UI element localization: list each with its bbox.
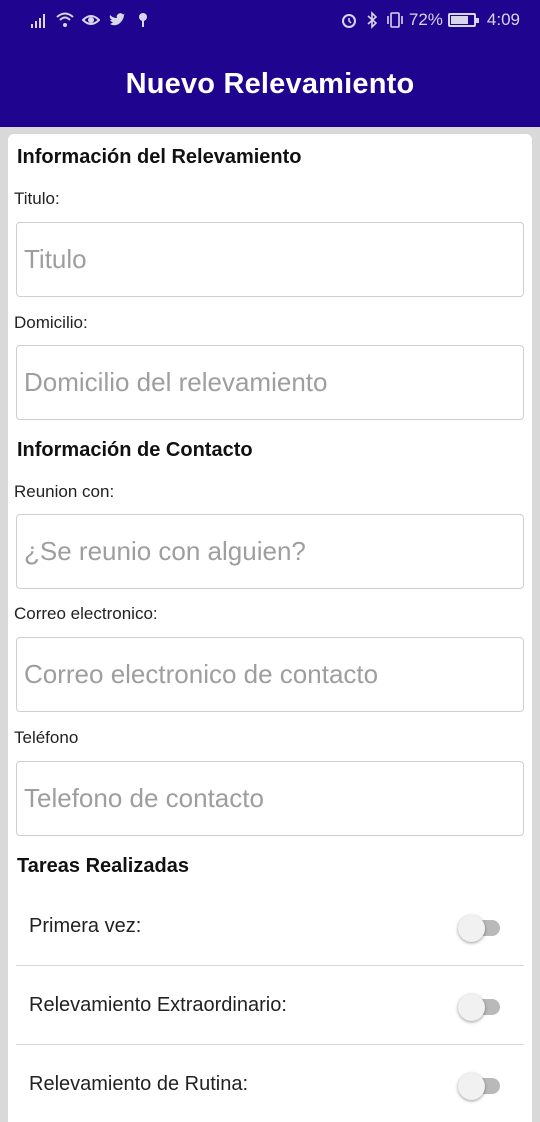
clock: 4:09 — [486, 10, 520, 29]
domicilio-input[interactable] — [16, 345, 524, 420]
task-row-extraordinario[interactable]: Relevamiento Extraordinario: — [16, 966, 524, 1045]
task-label: Relevamiento Extraordinario: — [29, 994, 287, 1016]
rutina-toggle[interactable] — [458, 1073, 500, 1100]
phone-field[interactable] — [16, 761, 524, 836]
page-title: Nuevo Relevamiento — [125, 68, 415, 100]
titulo-label: Titulo: — [14, 189, 60, 208]
task-label: Primera vez: — [29, 915, 142, 937]
app-bar: 72% 4:09 Nuevo Relevamiento — [0, 0, 540, 127]
bluetooth-icon — [367, 11, 378, 29]
eye-icon — [82, 15, 100, 25]
section-title-contact-info: Información de Contacto — [17, 439, 253, 461]
twitter-icon — [109, 13, 125, 26]
task-label: Relevamiento de Rutina: — [29, 1073, 249, 1095]
correo-label: Correo electronico: — [14, 604, 158, 623]
titulo-input[interactable] — [16, 222, 524, 297]
form-card: Información del Relevamiento Titulo: Dom… — [8, 134, 532, 1122]
email-field[interactable] — [16, 637, 524, 712]
section-title-survey-info: Información del Relevamiento — [17, 146, 302, 168]
battery-icon — [447, 13, 479, 27]
battery-percent: 72% — [408, 10, 443, 29]
reunion-label: Reunion con: — [14, 482, 115, 501]
domicilio-label: Domicilio: — [14, 313, 88, 332]
task-row-rutina[interactable]: Relevamiento de Rutina: — [16, 1045, 524, 1122]
telefono-label: Teléfono — [14, 728, 79, 747]
extraordinario-toggle[interactable] — [458, 994, 500, 1021]
wifi-icon — [56, 12, 74, 27]
status-bar: 72% 4:09 — [0, 0, 540, 40]
signal-icon — [31, 14, 45, 28]
alarm-icon — [341, 14, 356, 28]
location-icon — [139, 13, 147, 27]
vibrate-icon — [387, 12, 403, 28]
section-title-tasks: Tareas Realizadas — [17, 855, 189, 877]
primera-vez-toggle[interactable] — [458, 915, 500, 942]
task-row-primera-vez[interactable]: Primera vez: — [16, 887, 524, 966]
reunion-input[interactable] — [16, 514, 524, 589]
